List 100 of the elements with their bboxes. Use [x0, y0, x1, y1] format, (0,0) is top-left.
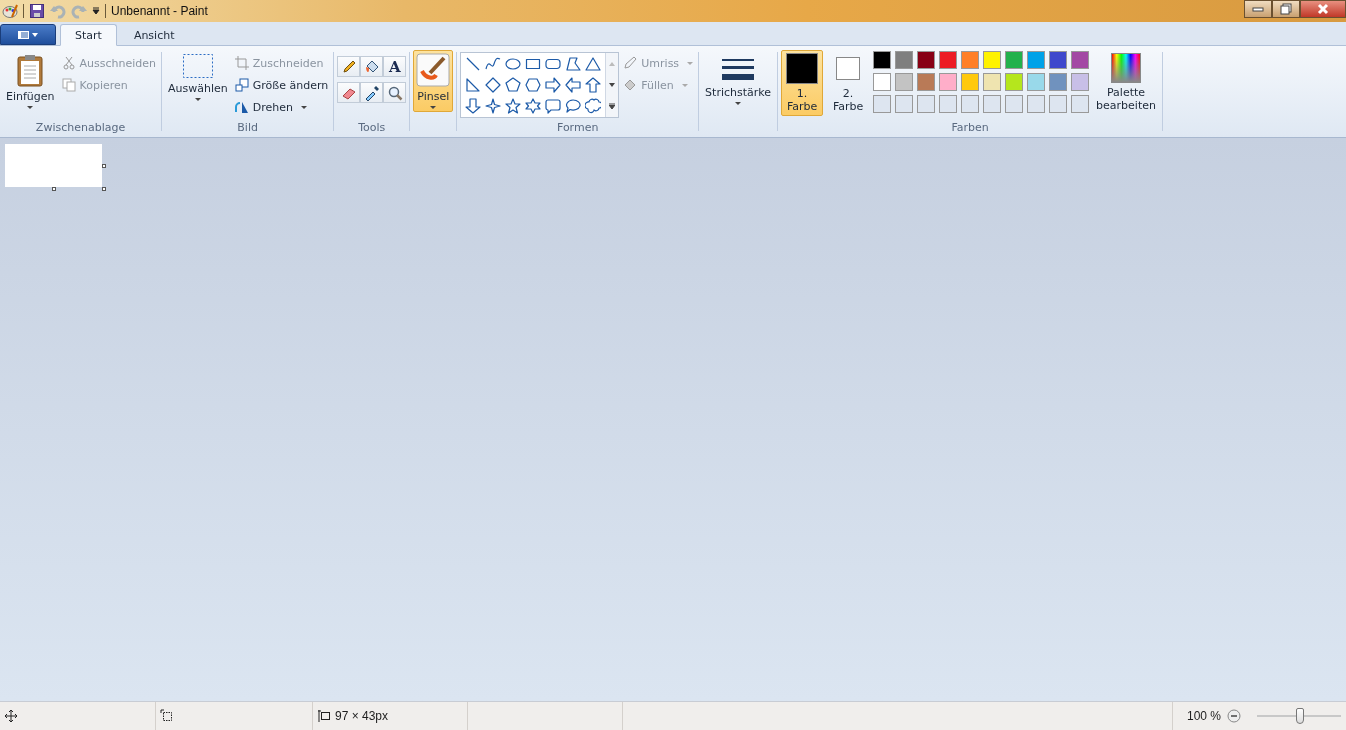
zoom-out-button[interactable]	[1227, 709, 1242, 723]
color-spectrum-icon	[1111, 53, 1142, 83]
palette-color[interactable]	[961, 51, 980, 69]
edit-palette-button[interactable]: Palette bearbeiten	[1093, 50, 1160, 115]
empty-color-slot[interactable]	[873, 95, 892, 113]
palette-color[interactable]	[939, 73, 958, 91]
empty-color-slot[interactable]	[983, 95, 1002, 113]
resize-handle[interactable]	[102, 164, 106, 168]
zoom-slider[interactable]	[1257, 708, 1342, 724]
shape-icon[interactable]	[583, 96, 604, 116]
clipboard-icon	[16, 53, 45, 87]
pencil-button[interactable]	[337, 56, 361, 77]
close-button[interactable]	[1300, 0, 1346, 18]
caret-icon	[430, 106, 437, 109]
caret-icon	[687, 61, 694, 65]
magnifier-icon	[386, 84, 403, 101]
brush-button[interactable]: Pinsel	[413, 50, 454, 112]
zoom-level: 100 %	[1187, 709, 1222, 723]
save-icon[interactable]	[29, 3, 45, 19]
palette-color[interactable]	[1005, 51, 1024, 69]
paste-button[interactable]: Einfügen	[3, 50, 58, 112]
rotate-button[interactable]: Drehen	[232, 96, 331, 118]
palette-color[interactable]	[1071, 51, 1090, 69]
restore-button[interactable]	[1272, 0, 1300, 18]
empty-color-slot[interactable]	[1071, 95, 1090, 113]
expand-icon[interactable]	[609, 103, 616, 110]
palette-color[interactable]	[1027, 73, 1046, 91]
app-menu-button[interactable]	[0, 24, 56, 45]
empty-color-slot[interactable]	[895, 95, 914, 113]
copy-icon	[61, 78, 76, 92]
caret-icon	[735, 102, 742, 105]
palette-color[interactable]	[1027, 51, 1046, 69]
group-label: Bild	[237, 121, 258, 136]
palette-color[interactable]	[1049, 73, 1068, 91]
ribbon-tab[interactable]: Ansicht	[118, 24, 190, 46]
resize-handle[interactable]	[102, 187, 106, 191]
empty-color-slot[interactable]	[917, 95, 936, 113]
minus-icon	[1227, 709, 1242, 723]
canvas-size: 97 × 43px	[335, 709, 389, 723]
palette-color[interactable]	[873, 73, 892, 91]
line-widths-icon	[722, 57, 755, 83]
move-icon	[4, 709, 18, 723]
resize-button[interactable]: Größe ändern	[232, 74, 331, 96]
caret-icon	[27, 106, 34, 109]
resize-icon	[234, 78, 249, 92]
empty-color-slot[interactable]	[939, 95, 958, 113]
ribbon-tab[interactable]: Start	[60, 24, 117, 46]
palette-icon[interactable]	[2, 3, 18, 19]
palette-color[interactable]	[961, 73, 980, 91]
select-button[interactable]: Auswählen	[165, 50, 231, 104]
rotate-icon	[234, 100, 249, 114]
shape-icon[interactable]	[543, 96, 564, 116]
close-icon	[1317, 3, 1329, 15]
stroke-width-button[interactable]: Strichstärke	[702, 50, 775, 108]
palette-color[interactable]	[1071, 73, 1090, 91]
caret-icon	[194, 98, 201, 101]
palette-color[interactable]	[1049, 51, 1068, 69]
selection-icon	[181, 53, 214, 79]
palette-color[interactable]	[1005, 73, 1024, 91]
group-label: Tools	[358, 121, 386, 136]
caret-icon	[301, 105, 307, 109]
resize-handle[interactable]	[52, 187, 56, 191]
menu-icon	[17, 29, 39, 40]
canvas-size-icon	[317, 709, 331, 723]
fill-bucket-button[interactable]	[360, 56, 384, 77]
eyedropper-icon	[363, 84, 380, 101]
scissors-icon	[61, 56, 76, 70]
selection-icon	[160, 709, 174, 723]
group-label: Formen	[556, 121, 599, 136]
empty-color-slot[interactable]	[1005, 95, 1024, 113]
pen-icon	[623, 56, 638, 70]
caret-icon[interactable]	[92, 7, 100, 15]
group-label: Farben	[951, 121, 989, 136]
magnifier-button[interactable]	[383, 82, 407, 103]
color-picker-button[interactable]	[360, 82, 384, 103]
brush-icon	[416, 53, 451, 87]
palette-color[interactable]	[917, 51, 936, 69]
palette-color[interactable]	[873, 51, 892, 69]
palette-color[interactable]	[983, 51, 1002, 69]
palette-color[interactable]	[895, 51, 914, 69]
caret-icon	[681, 83, 688, 87]
slider-thumb[interactable]	[1295, 708, 1304, 724]
empty-color-slot[interactable]	[1027, 95, 1046, 113]
eraser-button[interactable]	[337, 82, 361, 103]
shape-icon[interactable]	[563, 75, 584, 95]
empty-color-slot[interactable]	[1049, 95, 1068, 113]
color-2-button[interactable]: 2. Farbe	[827, 50, 870, 116]
pencil-icon	[340, 58, 357, 75]
palette-color[interactable]	[983, 73, 1002, 91]
text-tool[interactable]: A	[383, 56, 407, 77]
color-1-button[interactable]: 1. Farbe	[781, 50, 824, 116]
shapes-gallery[interactable]	[460, 52, 620, 118]
group-label: Zwischenablage	[35, 121, 126, 136]
palette-color[interactable]	[917, 73, 936, 91]
palette-color[interactable]	[895, 73, 914, 91]
restore-icon	[1280, 3, 1292, 15]
scroll-down-icon[interactable]	[609, 82, 616, 88]
minimize-button[interactable]	[1244, 0, 1272, 18]
palette-color[interactable]	[939, 51, 958, 69]
empty-color-slot[interactable]	[961, 95, 980, 113]
